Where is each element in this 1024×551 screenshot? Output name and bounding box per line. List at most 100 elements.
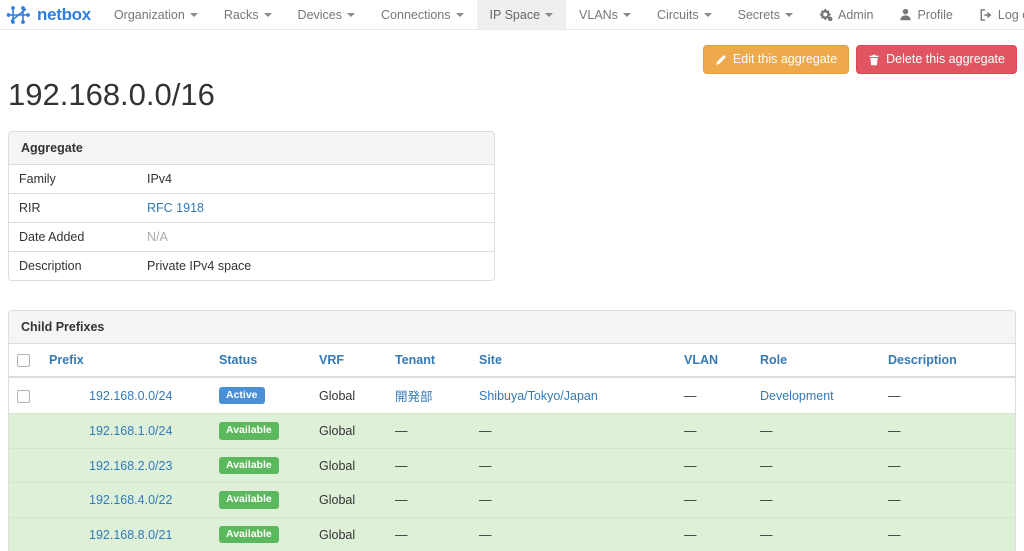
detail-row-rir: RIR RFC 1918 [9,193,494,223]
cell-vlan: — [676,447,752,483]
chevron-down-icon [189,12,198,17]
detail-label-rir: RIR [19,201,41,215]
cell-prefix: 192.168.4.0/22 [41,482,211,518]
pencil-icon [715,54,727,66]
table-row[interactable]: 192.168.1.0/24 Available Global — — — — … [9,413,1015,449]
chevron-down-icon [785,12,793,17]
cell-status: Available [211,447,311,483]
nav-label-secrets: Secrets [737,7,780,22]
cell-status: Available [211,482,311,518]
edit-aggregate-button[interactable]: Edit this aggregate [702,45,850,74]
nav-label-connections: Connections [381,7,451,22]
cell-description: — [880,413,1015,449]
header-tenant[interactable]: Tenant [387,344,471,379]
status-badge: Available [219,422,279,440]
cell-tenant: 開発部 [387,376,471,414]
cell-description: — [880,516,1015,551]
table-row[interactable]: 192.168.0.0/24 Active Global 開発部 Shibuya… [9,376,1015,414]
detail-value-rir: RFC 1918 [137,194,494,223]
nav-item-circuits[interactable]: Circuits [644,0,725,29]
primary-nav: Organization Racks Devices Connections I… [101,0,806,29]
header-status[interactable]: Status [211,344,311,379]
tenant-link[interactable]: 開発部 [395,390,433,404]
status-badge: Active [219,386,265,405]
status-badge: Available [219,456,279,475]
nav-item-secrets[interactable]: Secrets [725,0,806,29]
child-prefixes-heading: Child Prefixes [9,311,1015,344]
header-vlan[interactable]: VLAN [676,344,752,379]
row-checkbox[interactable] [17,389,30,403]
cell-vrf: Global [311,516,387,551]
table-row[interactable]: 192.168.8.0/21 Available Global — — — — … [9,516,1015,551]
nav-item-racks[interactable]: Racks [211,0,285,29]
table-header-row: Prefix Status VRF Tenant Site VLAN Role … [9,344,1015,379]
delete-aggregate-button[interactable]: Delete this aggregate [856,45,1017,74]
header-vrf[interactable]: VRF [311,344,387,379]
row-select-cell [9,447,41,483]
main-navbar: netbox Organization Racks Devices Connec… [0,0,1024,30]
nav-label-ip-space: IP Space [489,7,541,22]
trash-icon [868,54,880,66]
nav-item-organization[interactable]: Organization [101,0,211,29]
header-description[interactable]: Description [880,344,1015,379]
chevron-down-icon [263,12,272,17]
detail-label-date-added: Date Added [19,230,85,244]
nav-label-racks: Racks [223,7,259,22]
row-select-cell [9,482,41,518]
cell-role: Development [752,376,880,414]
prefix-link[interactable]: 192.168.8.0/21 [49,528,172,542]
nav-item-logout[interactable]: Log out [966,0,1024,29]
header-site[interactable]: Site [471,344,676,379]
nav-label-circuits: Circuits [656,7,699,22]
cell-vlan: — [676,516,752,551]
cell-vrf: Global [311,482,387,518]
cell-vrf: Global [311,376,387,414]
cell-vlan: — [676,413,752,449]
delete-aggregate-label: Delete this aggregate [886,52,1005,66]
detail-value-family: IPv4 [147,172,173,186]
row-select-cell[interactable] [9,376,41,414]
site-link[interactable]: Shibuya/Tokyo/Japan [479,389,598,403]
nav-label-vlans: VLANs [579,7,618,22]
cell-description: — [880,447,1015,483]
prefix-link[interactable]: 192.168.0.0/24 [49,389,172,403]
edit-aggregate-label: Edit this aggregate [732,52,838,66]
gears-icon [819,8,833,22]
row-select-cell [9,516,41,551]
nav-item-ip-space[interactable]: IP Space [476,0,567,29]
detail-label-family: Family [19,172,56,186]
detail-value-date-added: N/A [147,230,168,244]
header-prefix[interactable]: Prefix [41,344,211,379]
prefix-link[interactable]: 192.168.4.0/22 [49,493,172,507]
rir-link[interactable]: RFC 1918 [147,201,204,215]
select-all-checkbox[interactable] [17,354,30,368]
nav-item-devices[interactable]: Devices [285,0,368,29]
prefix-link[interactable]: 192.168.2.0/23 [49,459,172,473]
chevron-down-icon [347,12,356,17]
cell-vrf: Global [311,413,387,449]
cell-description: — [880,376,1015,414]
nav-item-vlans[interactable]: VLANs [566,0,644,29]
status-badge: Available [219,525,279,544]
cell-vrf: Global [311,447,387,483]
cell-tenant: — [387,482,471,518]
table-row[interactable]: 192.168.2.0/23 Available Global — — — — … [9,447,1015,483]
status-badge: Available [219,491,279,509]
netbox-logo-link[interactable]: netbox [0,0,101,29]
nav-item-admin[interactable]: Admin [806,0,886,29]
header-select-all[interactable] [9,344,41,379]
child-prefixes-table: Prefix Status VRF Tenant Site VLAN Role … [9,344,1015,551]
nav-item-connections[interactable]: Connections [368,0,477,29]
nav-label-profile: Profile [917,7,953,22]
table-row[interactable]: 192.168.4.0/22 Available Global — — — — … [9,482,1015,518]
header-role[interactable]: Role [752,344,880,379]
cell-prefix: 192.168.0.0/24 [41,376,211,414]
cell-tenant: — [387,413,471,449]
role-link[interactable]: Development [760,389,834,403]
cell-vlan: — [676,376,752,414]
chevron-down-icon [703,12,712,17]
prefix-link[interactable]: 192.168.1.0/24 [49,424,172,438]
cell-status: Active [211,376,311,414]
nav-item-profile[interactable]: Profile [886,0,965,29]
chevron-down-icon [455,12,464,17]
